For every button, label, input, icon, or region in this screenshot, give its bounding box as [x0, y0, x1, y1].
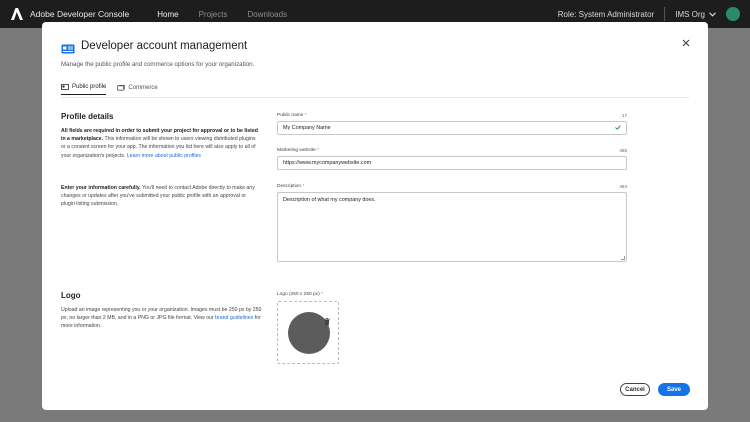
- marketing-website-label: Marketing website *: [277, 148, 319, 153]
- field-label-text: Description: [277, 184, 301, 189]
- logo-field-label: Logo (250 x 250 px) *: [277, 292, 323, 297]
- tab-public-profile[interactable]: Public profile: [61, 84, 107, 95]
- profile-details-heading: Profile details: [61, 112, 114, 121]
- close-icon[interactable]: [682, 38, 690, 50]
- dialog-subtitle: Manage the public profile and commerce o…: [61, 61, 255, 68]
- org-switcher[interactable]: IMS Org: [675, 10, 705, 19]
- required-marker: *: [302, 184, 305, 189]
- description-char-count: 464: [619, 184, 627, 189]
- public-name-char-count: 17: [621, 113, 627, 118]
- adobe-logo-icon[interactable]: [10, 7, 24, 21]
- nav-downloads[interactable]: Downloads: [247, 10, 287, 19]
- trash-icon[interactable]: [324, 312, 330, 325]
- textarea-value: Description of what my company does.: [283, 197, 376, 203]
- chevron-down-icon[interactable]: [709, 10, 716, 19]
- dialog-header: Developer account management: [61, 40, 248, 54]
- checkmark-icon: [615, 124, 621, 132]
- profile-card-icon: [61, 84, 69, 90]
- tab-commerce[interactable]: Commerce: [117, 84, 158, 95]
- brand-guidelines-link[interactable]: brand guidelines: [215, 315, 253, 321]
- profile-warning-bold: Enter your information carefully.: [61, 185, 141, 191]
- resize-handle-icon[interactable]: [621, 256, 625, 260]
- user-avatar[interactable]: [726, 7, 740, 21]
- cancel-button[interactable]: Cancel: [620, 383, 650, 396]
- field-label-text: Public name: [277, 113, 304, 118]
- topbar-divider: [664, 7, 666, 21]
- tab-label: Public profile: [72, 84, 107, 90]
- field-label-text: Marketing website: [277, 148, 316, 153]
- logo-heading: Logo: [61, 291, 81, 300]
- tab-list: Public profile Commerce: [61, 84, 169, 95]
- role-label: Role: System Administrator: [557, 9, 655, 19]
- description-textarea[interactable]: Description of what my company does.: [277, 192, 627, 262]
- public-profiles-link[interactable]: Learn more about public profiles: [127, 153, 201, 159]
- field-label-text: Logo (250 x 250 px): [277, 292, 320, 297]
- public-name-input[interactable]: My Company Name: [277, 121, 627, 135]
- marketing-website-input[interactable]: https://www.mycompanywebsite.com: [277, 156, 627, 170]
- tab-label: Commerce: [128, 84, 158, 91]
- profile-help-text: All fields are required in order to subm…: [61, 127, 259, 160]
- commerce-icon: [117, 84, 126, 91]
- profile-card-icon: [61, 41, 75, 54]
- marketing-website-char-count: 468: [619, 148, 627, 153]
- input-value: My Company Name: [283, 125, 331, 131]
- dialog-title: Developer account management: [81, 40, 248, 52]
- required-marker: *: [304, 113, 307, 118]
- profile-warning-text: Enter your information carefully. You'll…: [61, 184, 259, 209]
- nav-projects[interactable]: Projects: [199, 10, 228, 19]
- required-marker: *: [321, 292, 323, 297]
- tabs-divider: [61, 97, 689, 98]
- public-name-label: Public name *: [277, 113, 307, 118]
- logo-upload-dropzone[interactable]: [277, 301, 339, 364]
- save-button[interactable]: Save: [658, 383, 690, 396]
- description-label: Description *: [277, 184, 304, 189]
- account-management-dialog: Developer account management Manage the …: [42, 22, 708, 410]
- logo-help-text: Upload an image representing you or your…: [61, 306, 263, 331]
- required-marker: *: [317, 148, 319, 153]
- nav-home[interactable]: Home: [157, 10, 178, 19]
- input-value: https://www.mycompanywebsite.com: [283, 160, 372, 166]
- app-title[interactable]: Adobe Developer Console: [30, 9, 129, 19]
